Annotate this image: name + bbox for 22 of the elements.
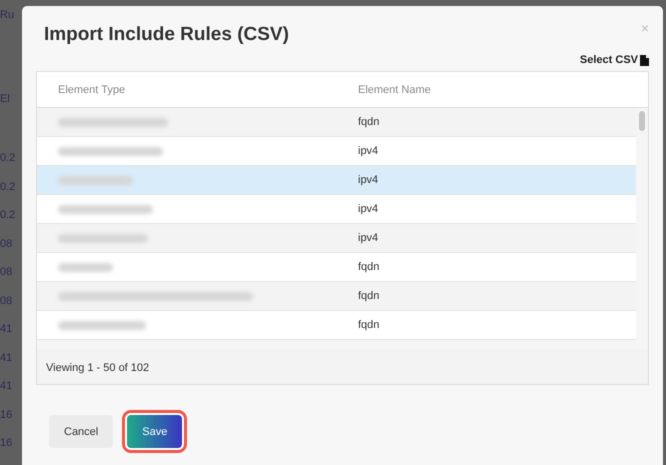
save-button[interactable]: Save [127, 415, 182, 448]
dialog-title: Import Include Rules (CSV) [44, 24, 289, 46]
column-header: Element Name [357, 84, 432, 96]
table-cell-text: fqdn [357, 319, 380, 331]
cancel-button[interactable]: Cancel [49, 415, 114, 448]
select-csv-button[interactable]: Select CSV [580, 54, 649, 66]
table-cell-text: fqdn [357, 261, 380, 273]
table-cell-text: ipv4 [357, 145, 378, 157]
table-row[interactable]: fqdn [37, 253, 636, 282]
table-row[interactable]: ipv4 [37, 137, 636, 166]
scrollbar-thumb[interactable] [639, 111, 645, 131]
table-cell-text: ipv4 [357, 203, 378, 215]
column-header: Element Type [57, 84, 126, 96]
table-cell-text: ipv4 [357, 232, 378, 244]
file-icon [640, 54, 649, 66]
table-row[interactable]: ipv4 [37, 166, 636, 195]
table-cell-text: ipv4 [357, 174, 378, 186]
table-cell-text: fqdn [357, 290, 380, 302]
table-row[interactable]: ipv4 [37, 195, 636, 224]
pagination-text: Viewing 1 - 50 of 102 [37, 350, 648, 384]
table-cell-text: fqdn [357, 116, 380, 128]
table-row[interactable]: fqdn [37, 311, 636, 340]
